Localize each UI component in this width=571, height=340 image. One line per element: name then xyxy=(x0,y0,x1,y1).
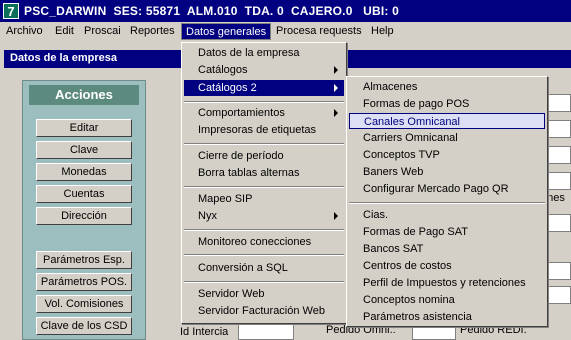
title-bar: 7 PSC_DARWIN SES: 55871 ALM.010 TDA. 0 C… xyxy=(0,0,571,22)
submenu-item-mercado-pago-qr[interactable]: Configurar Mercado Pago QR xyxy=(349,181,545,197)
datos-generales-menu: Datos de la empresa Catálogos Catálogos … xyxy=(181,42,347,324)
clave-csd-button[interactable]: Clave de los CSD xyxy=(36,317,132,335)
cuentas-button[interactable]: Cuentas xyxy=(36,185,132,203)
window-title: PSC_DARWIN SES: 55871 ALM.010 TDA. 0 CAJ… xyxy=(24,4,400,18)
monedas-button[interactable]: Monedas xyxy=(36,163,132,181)
menu-separator xyxy=(184,186,344,188)
menu-archivo[interactable]: Archivo xyxy=(6,25,43,37)
menu-proscai[interactable]: Proscai xyxy=(84,25,121,37)
direccion-button[interactable]: Dirección xyxy=(36,207,132,225)
menu-datos-generales[interactable]: Datos generales xyxy=(181,23,272,40)
submenu-item-carriers-omnicanal[interactable]: Carriers Omnicanal xyxy=(349,130,545,146)
submenu-item-canales-omnicanal[interactable]: Canales Omnicanal xyxy=(349,113,545,129)
submenu-item-almacenes[interactable]: Almacenes xyxy=(349,79,545,95)
catalogos-2-submenu: Almacenes Formas de pago POS Canales Omn… xyxy=(346,76,548,327)
submenu-arrow-icon xyxy=(334,84,338,92)
submenu-arrow-icon xyxy=(334,212,338,220)
actions-panel: Acciones Editar Clave Monedas Cuentas Di… xyxy=(22,80,146,340)
menu-separator xyxy=(184,281,344,283)
menu-separator xyxy=(184,101,344,103)
submenu-item-conceptos-tvp[interactable]: Conceptos TVP xyxy=(349,147,545,163)
submenu-item-baners-web[interactable]: Baners Web xyxy=(349,164,545,180)
menu-item-monitoreo[interactable]: Monitoreo conecciones xyxy=(184,234,344,250)
menu-separator xyxy=(184,229,344,231)
menu-separator xyxy=(184,143,344,145)
menu-item-mapeo-sip[interactable]: Mapeo SIP xyxy=(184,191,344,207)
menu-item-nyx[interactable]: Nyx xyxy=(184,208,344,224)
menu-separator xyxy=(184,254,344,256)
id-intercia-field[interactable] xyxy=(238,322,294,340)
submenu-arrow-icon xyxy=(334,109,338,117)
menu-item-borra-tablas[interactable]: Borra tablas alternas xyxy=(184,165,344,181)
menu-item-cierre-periodo[interactable]: Cierre de período xyxy=(184,148,344,164)
menu-bar: Archivo Edit Proscai Reportes Datos gene… xyxy=(0,22,571,42)
submenu-item-perfil-impuestos[interactable]: Perfil de Impuestos y retenciones xyxy=(349,275,545,291)
menu-item-catalogos-2[interactable]: Catálogos 2 xyxy=(184,80,344,96)
clave-button[interactable]: Clave xyxy=(36,141,132,159)
menu-item-datos-empresa[interactable]: Datos de la empresa xyxy=(184,45,344,61)
submenu-item-centros-costos[interactable]: Centros de costos xyxy=(349,258,545,274)
menu-item-servidor-facturacion[interactable]: Servidor Facturación Web xyxy=(184,303,344,319)
editar-button[interactable]: Editar xyxy=(36,119,132,137)
menu-item-comportamientos[interactable]: Comportamientos xyxy=(184,105,344,121)
menu-separator xyxy=(349,202,545,204)
app-icon: 7 xyxy=(3,3,19,19)
submenu-arrow-icon xyxy=(334,66,338,74)
submenu-item-formas-pago-sat[interactable]: Formas de Pago SAT xyxy=(349,224,545,240)
menu-item-catalogos[interactable]: Catálogos xyxy=(184,62,344,78)
menu-reportes[interactable]: Reportes xyxy=(130,25,175,37)
submenu-item-parametros-asistencia[interactable]: Parámetros asistencia xyxy=(349,309,545,325)
actions-header: Acciones xyxy=(29,85,139,105)
menu-item-conversion-sql[interactable]: Conversión a SQL xyxy=(184,260,344,276)
submenu-item-cias[interactable]: Cias. xyxy=(349,207,545,223)
menu-edit[interactable]: Edit xyxy=(55,25,74,37)
submenu-item-bancos-sat[interactable]: Bancos SAT xyxy=(349,241,545,257)
submenu-item-formas-pago-pos[interactable]: Formas de pago POS xyxy=(349,96,545,112)
menu-item-servidor-web[interactable]: Servidor Web xyxy=(184,286,344,302)
id-intercia-label: Id Intercia xyxy=(180,326,229,338)
menu-help[interactable]: Help xyxy=(371,25,394,37)
menu-item-impresoras[interactable]: Impresoras de etiquetas xyxy=(184,122,344,138)
menu-procesa-requests[interactable]: Procesa requests xyxy=(276,25,362,37)
window-title-text: Datos de la empresa xyxy=(10,52,117,64)
vol-comisiones-button[interactable]: Vol. Comisiones xyxy=(36,295,132,313)
submenu-item-conceptos-nomina[interactable]: Conceptos nomina xyxy=(349,292,545,308)
parametros-esp-button[interactable]: Parámetros Esp. xyxy=(36,251,132,269)
parametros-pos-button[interactable]: Parámetros POS. xyxy=(36,273,132,291)
